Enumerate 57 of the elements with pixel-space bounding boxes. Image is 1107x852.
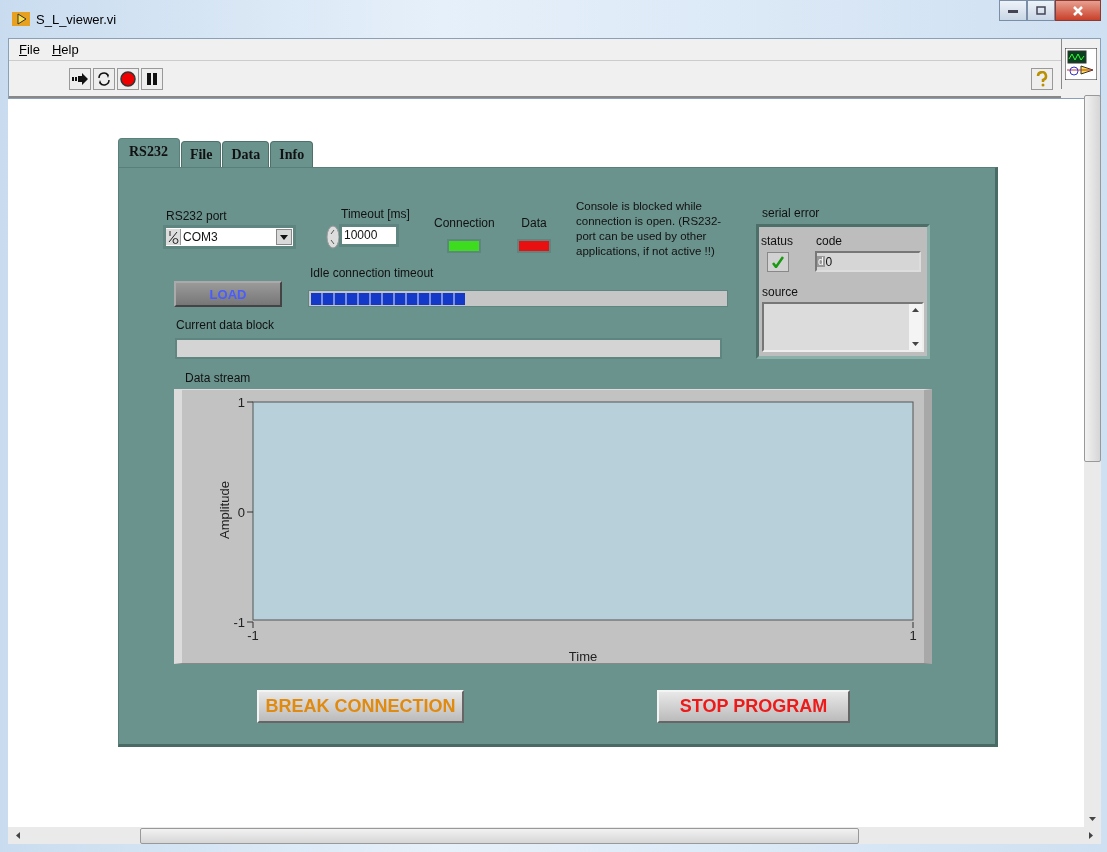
y-tick <box>246 511 254 513</box>
y-tick <box>246 621 254 623</box>
minimize-button[interactable] <box>999 0 1027 21</box>
field-label: RS232 port <box>166 209 227 223</box>
x-tick <box>912 621 914 629</box>
indicator-label: Data <box>521 216 547 230</box>
x-tick-label: -1 <box>247 628 259 643</box>
y-tick-label: 0 <box>237 505 245 520</box>
minimize-icon <box>1008 8 1018 13</box>
x-tick-label: 1 <box>909 628 917 643</box>
field-label: Current data block <box>176 318 275 332</box>
stop-icon[interactable] <box>117 67 139 90</box>
scroll-thumb[interactable] <box>139 827 860 844</box>
maximize-button[interactable] <box>1027 0 1055 21</box>
increment-arrows-icon[interactable] <box>326 225 340 249</box>
y-tick <box>246 401 254 403</box>
code-label: code <box>816 234 843 248</box>
help-icon[interactable] <box>1031 67 1053 90</box>
tab[interactable]: File <box>180 141 222 167</box>
scroll-right-icon[interactable] <box>1089 832 1093 839</box>
tab[interactable]: RS232 <box>118 138 180 167</box>
indicator-label: Connection <box>434 216 495 230</box>
tab[interactable]: Data <box>222 141 270 167</box>
progress-label: Idle connection timeout <box>310 266 434 280</box>
close-icon <box>1073 5 1083 16</box>
vi-icon <box>1065 48 1097 80</box>
field-label: Timeout [ms] <box>341 207 410 221</box>
y-tick-label: 1 <box>237 395 245 410</box>
menu-item[interactable]: File <box>19 42 40 57</box>
source-label: source <box>762 285 799 299</box>
graph-label: Data stream <box>185 371 251 385</box>
status-label: status <box>761 234 793 248</box>
checkmark-icon <box>772 256 784 268</box>
tab[interactable]: Info <box>270 141 314 167</box>
y-axis-label: Amplitude <box>217 481 232 539</box>
x-tick <box>252 621 254 629</box>
cluster-label: serial error <box>762 206 820 220</box>
timeout-input[interactable]: 10000 <box>339 224 399 247</box>
menu-item[interactable]: Help <box>51 42 79 57</box>
close-button[interactable] <box>1055 0 1101 21</box>
io-icon <box>166 229 181 245</box>
scroll-down-icon[interactable] <box>912 342 919 346</box>
app-icon <box>12 12 30 26</box>
pause-icon[interactable] <box>141 67 163 90</box>
y-tick-label: -1 <box>233 615 245 630</box>
maximize-icon <box>1036 6 1046 15</box>
scroll-thumb[interactable] <box>1084 94 1101 462</box>
run-continuously-icon[interactable] <box>93 67 115 90</box>
scroll-down-icon[interactable] <box>1089 817 1096 821</box>
stop-button[interactable]: STOP PROGRAM <box>657 690 850 723</box>
port-dropdown[interactable]: COM3 <box>163 225 296 249</box>
info-note: Console is blocked while connection is open. (RS232-port can be used by other applications, if not active !!) <box>576 199 723 259</box>
code-field: d 0 <box>815 251 921 272</box>
window-title: S_L_viewer.vi <box>36 11 117 27</box>
scroll-left-icon[interactable] <box>16 832 20 839</box>
scroll-up-icon[interactable] <box>912 308 919 312</box>
x-axis-label: Time <box>568 649 598 664</box>
